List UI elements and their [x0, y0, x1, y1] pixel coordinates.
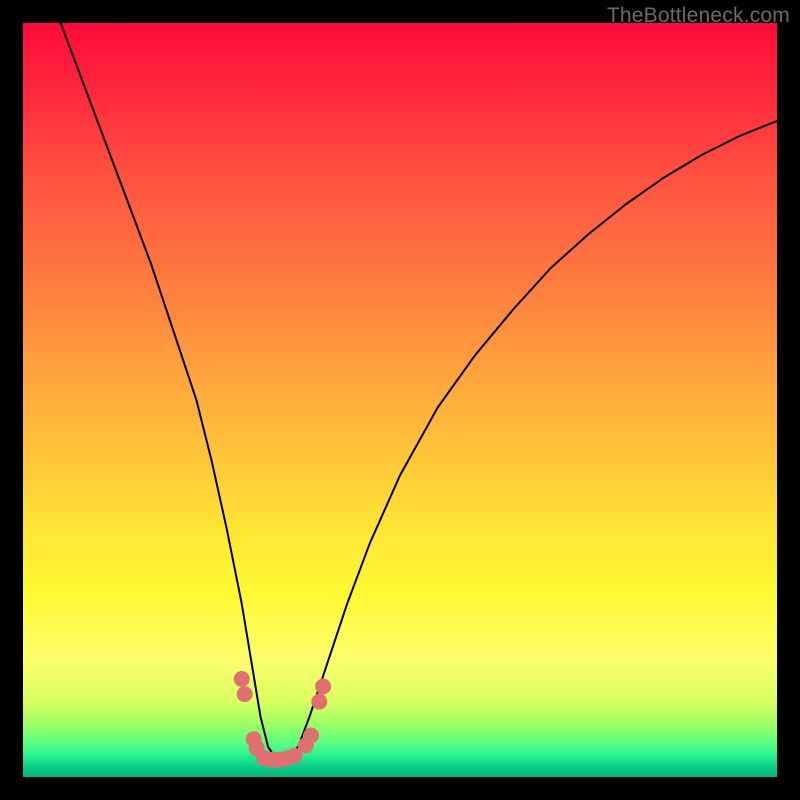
highlight-dot	[315, 679, 331, 695]
watermark-text: TheBottleneck.com	[607, 4, 790, 28]
highlight-dot	[303, 728, 319, 744]
chart-area	[23, 23, 777, 777]
highlight-dot	[311, 694, 327, 710]
highlight-dots	[234, 671, 331, 768]
bottleneck-curve	[61, 23, 777, 758]
highlight-dot	[237, 686, 253, 702]
highlight-dot	[234, 671, 250, 687]
bottleneck-chart	[23, 23, 777, 777]
